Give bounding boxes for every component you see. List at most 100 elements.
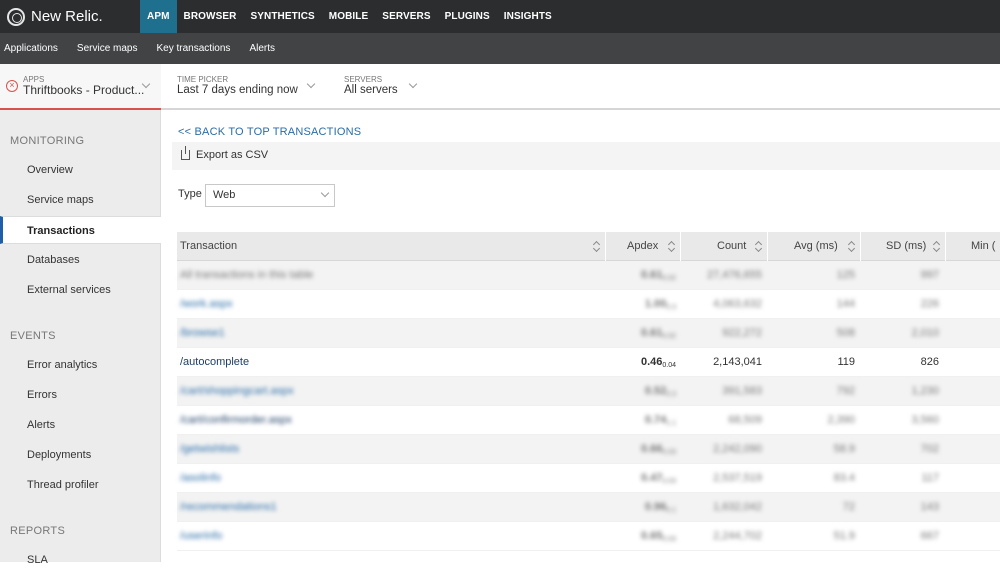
header-transaction[interactable]: Transaction xyxy=(180,232,237,261)
topnav-apm[interactable]: APM xyxy=(140,0,177,33)
apdex-value: 1.000.3 xyxy=(606,290,676,319)
transaction-name[interactable]: /browse1 xyxy=(180,319,225,348)
product-nav: APM BROWSER SYNTHETICS MOBILE SERVERS PL… xyxy=(140,0,559,33)
avg-ms-value: 72 xyxy=(842,501,855,513)
avg-ms-value: 125 xyxy=(836,269,855,281)
sidebar: MONITORING Overview Service maps Transac… xyxy=(0,110,161,566)
table-row[interactable]: /work.aspx 1.000.3 4,063,632 144 226 xyxy=(177,290,1000,319)
subnav-service-maps[interactable]: Service maps xyxy=(77,43,138,54)
table-row[interactable]: /recommendations1 0.960.1 1,632,042 72 143 xyxy=(177,493,1000,522)
sd-ms-value: 117 xyxy=(921,472,939,484)
topnav-servers[interactable]: SERVERS xyxy=(375,0,437,33)
sd-ms-value: 826 xyxy=(920,356,939,368)
topnav-insights[interactable]: INSIGHTS xyxy=(497,0,559,33)
subnav-alerts[interactable]: Alerts xyxy=(249,43,275,54)
table-row[interactable]: All transactions in this table 0.610.02 27… xyxy=(177,261,1000,290)
header-count[interactable]: Count xyxy=(717,232,746,261)
column-divider xyxy=(945,232,946,261)
count-value: 2,537,519 xyxy=(713,472,762,484)
sd-ms-value: 226 xyxy=(920,298,939,310)
avg-ms-value: 508 xyxy=(836,327,855,339)
sort-icon[interactable] xyxy=(933,241,940,251)
sidebar-item-error-analytics[interactable]: Error analytics xyxy=(0,351,161,379)
sidebar-item-alerts[interactable]: Alerts xyxy=(0,411,161,439)
transactions-table: Transaction Apdex Count Avg (ms) SD (ms)… xyxy=(177,232,1000,551)
sidebar-item-service-maps[interactable]: Service maps xyxy=(0,186,161,214)
sd-ms-value: 997 xyxy=(920,269,939,281)
transaction-name[interactable]: All transactions in this table xyxy=(180,261,313,290)
table-row[interactable]: /cart/shoppingcart.aspx 0.520.3 391,583 792… xyxy=(177,377,1000,406)
sort-icon[interactable] xyxy=(668,241,675,251)
new-relic-logo-icon xyxy=(7,7,25,26)
apdex-score: 0.52 xyxy=(644,385,667,397)
sidebar-section-monitoring: MONITORING xyxy=(10,135,85,147)
chevron-down-icon xyxy=(320,188,330,198)
export-csv-button[interactable]: Export as CSV xyxy=(181,146,268,161)
apdex-score: 0.65 xyxy=(640,530,663,542)
apdex-value: 0.610.02 xyxy=(606,261,676,290)
apdex-value: 0.960.1 xyxy=(606,493,676,522)
apdex-value: 0.460.04 xyxy=(606,348,676,377)
type-label: Type xyxy=(178,188,202,200)
apdex-threshold: 0.1 xyxy=(666,507,676,514)
time-picker[interactable]: TIME PICKER Last 7 days ending now xyxy=(177,64,322,110)
table-row[interactable]: /userinfo 0.650.03 2,244,702 51.9 667 xyxy=(177,522,1000,551)
sidebar-item-overview[interactable]: Overview xyxy=(0,156,161,184)
type-select[interactable]: Web xyxy=(205,184,335,207)
transaction-name[interactable]: /getwishlists xyxy=(180,435,239,464)
apdex-score: 0.61 xyxy=(640,327,663,339)
servers-picker[interactable]: SERVERS All servers xyxy=(344,64,424,110)
transaction-name[interactable]: /work.aspx xyxy=(180,290,233,319)
count-value: 68,509 xyxy=(728,414,762,426)
table-row[interactable]: /browse1 0.610.02 922,272 508 2,010 xyxy=(177,319,1000,348)
subnav-key-transactions[interactable]: Key transactions xyxy=(157,43,231,54)
header-avg-ms[interactable]: Avg (ms) xyxy=(794,232,838,261)
table-row[interactable]: /autocomplete 0.460.04 2,143,041 119 826 xyxy=(177,348,1000,377)
column-divider xyxy=(767,232,768,261)
topnav-mobile[interactable]: MOBILE xyxy=(322,0,376,33)
table-row[interactable]: /getwishlists 0.660.03 2,242,090 58.9 702 xyxy=(177,435,1000,464)
apdex-value: 0.520.3 xyxy=(606,377,676,406)
sort-icon[interactable] xyxy=(848,241,855,251)
transaction-name[interactable]: /userinfo xyxy=(180,522,222,551)
apdex-threshold: 0.03 xyxy=(662,536,676,543)
sidebar-item-deployments[interactable]: Deployments xyxy=(0,441,161,469)
transaction-name[interactable]: /autocomplete xyxy=(180,348,249,377)
topnav-plugins[interactable]: PLUGINS xyxy=(438,0,497,33)
table-row[interactable]: /asolinfo 0.470.03 2,537,519 83.4 117 xyxy=(177,464,1000,493)
table-header: Transaction Apdex Count Avg (ms) SD (ms)… xyxy=(177,232,1000,261)
new-relic-logo[interactable]: New Relic. xyxy=(7,0,103,33)
time-picker-caption: TIME PICKER xyxy=(177,75,229,84)
avg-ms-value: 144 xyxy=(836,298,855,310)
table-row[interactable]: /cart/confirmorder.aspx 0.741.1 68,509 2,39… xyxy=(177,406,1000,435)
subnav-applications[interactable]: Applications xyxy=(4,43,58,54)
sidebar-item-external-services[interactable]: External services xyxy=(0,276,161,304)
sort-icon[interactable] xyxy=(755,241,762,251)
header-sd-ms[interactable]: SD (ms) xyxy=(886,232,926,261)
transaction-name[interactable]: /cart/confirmorder.aspx xyxy=(180,406,292,435)
header-apdex[interactable]: Apdex xyxy=(627,232,658,261)
back-to-top-transactions-link[interactable]: << BACK TO TOP TRANSACTIONS xyxy=(178,126,361,138)
context-bar: × APPS Thriftbooks - Product... TIME PIC… xyxy=(0,64,1000,110)
apdex-score: 0.74 xyxy=(644,414,667,426)
sidebar-item-databases[interactable]: Databases xyxy=(0,246,161,274)
sidebar-item-errors[interactable]: Errors xyxy=(0,381,161,409)
header-min-ms[interactable]: Min ( xyxy=(971,232,995,261)
transaction-name[interactable]: /asolinfo xyxy=(180,464,221,493)
apdex-threshold: 0.02 xyxy=(662,333,676,340)
chevron-down-icon xyxy=(306,79,316,89)
apdex-score: 0.96 xyxy=(644,501,667,513)
apdex-threshold: 0.03 xyxy=(662,449,676,456)
apdex-score: 0.61 xyxy=(640,269,663,281)
topnav-synthetics[interactable]: SYNTHETICS xyxy=(243,0,321,33)
sort-icon[interactable] xyxy=(593,241,600,251)
app-selector[interactable]: × APPS Thriftbooks - Product... xyxy=(0,64,161,110)
transaction-name[interactable]: /recommendations1 xyxy=(180,493,277,522)
sidebar-item-sla[interactable]: SLA xyxy=(0,546,161,574)
topnav-browser[interactable]: BROWSER xyxy=(177,0,244,33)
apdex-threshold: 1.1 xyxy=(666,420,676,427)
sidebar-item-thread-profiler[interactable]: Thread profiler xyxy=(0,471,161,499)
sidebar-item-transactions[interactable]: Transactions xyxy=(0,216,161,244)
apdex-threshold: 0.3 xyxy=(666,304,676,311)
transaction-name[interactable]: /cart/shoppingcart.aspx xyxy=(180,377,294,406)
